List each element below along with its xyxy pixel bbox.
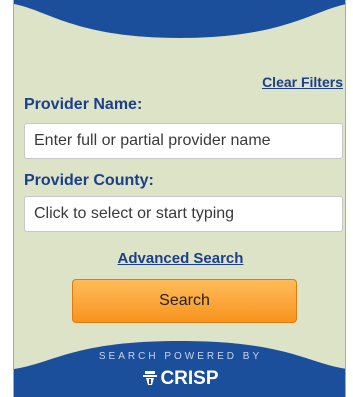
provider-name-label: Provider Name:	[24, 96, 143, 113]
top-wave-decoration	[14, 0, 345, 38]
crisp-brand-text: CRISP	[160, 368, 219, 389]
crisp-logo: CRISP	[14, 368, 345, 392]
crisp-logo-icon	[142, 370, 158, 392]
advanced-search-link[interactable]: Advanced Search	[14, 250, 345, 267]
powered-by-text: SEARCH POWERED BY	[98, 351, 263, 362]
provider-county-label: Provider County:	[24, 172, 154, 189]
provider-county-input[interactable]	[24, 196, 343, 232]
search-panel: Clear Filters Provider Name: Provider Co…	[13, 0, 346, 397]
clear-filters-link[interactable]: Clear Filters	[262, 74, 343, 90]
search-button[interactable]: Search	[72, 279, 297, 323]
provider-name-input[interactable]	[24, 123, 343, 159]
